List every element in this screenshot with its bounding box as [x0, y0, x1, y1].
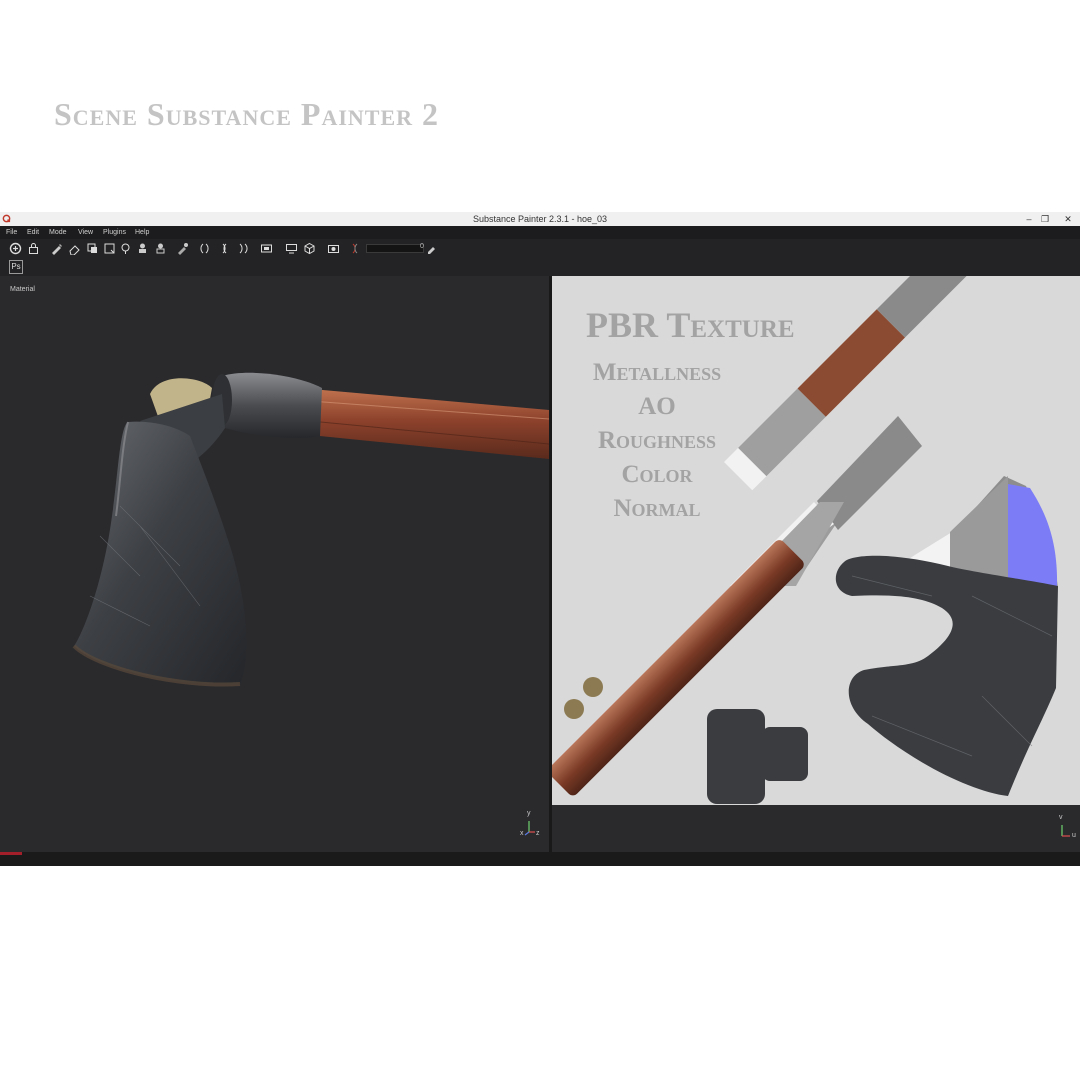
axis-gizmo-uv: v u: [1054, 814, 1078, 842]
channel-roughness: Roughness: [597, 427, 717, 454]
computation-progress-bar: [0, 852, 22, 855]
window-title: Substance Painter 2.3.1 - hoe_03: [472, 214, 608, 224]
clone-stamp-icon[interactable]: [136, 242, 149, 255]
symmetry-y-icon[interactable]: [218, 242, 231, 255]
menu-file[interactable]: File: [6, 226, 17, 239]
tool-bar: 0: [0, 239, 1080, 259]
lock-icon[interactable]: [27, 242, 40, 255]
eyedropper-icon[interactable]: [425, 242, 438, 255]
menu-view[interactable]: View: [78, 226, 93, 239]
channel-ao: AO: [638, 393, 676, 420]
pbr-texture-heading: PBR Texture: [586, 305, 795, 345]
hoe-3d-model: [72, 372, 549, 687]
axis-y-label: y: [527, 810, 531, 817]
minimize-button[interactable]: –: [1022, 212, 1036, 226]
view-cube-icon[interactable]: [303, 242, 316, 255]
viewport-2d[interactable]: PBR Texture Metallness AO Roughness Colo…: [552, 276, 1080, 852]
symmetry-x-icon[interactable]: [198, 242, 211, 255]
eraser-icon[interactable]: [68, 242, 81, 255]
title-bar: Substance Painter 2.3.1 - hoe_03 – ❐ ✕: [0, 212, 1080, 226]
viewport-3d[interactable]: Material y x z: [0, 276, 549, 852]
close-button[interactable]: ✕: [1061, 212, 1075, 226]
menu-edit[interactable]: Edit: [27, 226, 39, 239]
plugin-toolbar: Ps: [0, 259, 1080, 276]
channel-metallness: Metallness: [592, 359, 722, 386]
color-picker-icon[interactable]: [176, 242, 189, 255]
symmetry-z-icon[interactable]: [236, 242, 249, 255]
camera-mode-icon[interactable]: [260, 242, 273, 255]
menu-help[interactable]: Help: [135, 226, 149, 239]
menu-bar: File Edit Mode View Plugins Help: [0, 226, 1080, 239]
paint-brush-icon[interactable]: [50, 242, 63, 255]
exposure-slider[interactable]: [366, 244, 424, 253]
axis-x-label: x: [520, 830, 524, 837]
mask-toggle-icon[interactable]: [349, 242, 362, 255]
menu-mode[interactable]: Mode: [49, 226, 67, 239]
project-icon[interactable]: [9, 242, 22, 255]
photoshop-export-button[interactable]: Ps: [9, 260, 23, 274]
smudge-icon[interactable]: [119, 242, 132, 255]
material-picker-icon[interactable]: [154, 242, 167, 255]
maximize-button[interactable]: ❐: [1038, 212, 1052, 226]
substance-painter-window: Substance Painter 2.3.1 - hoe_03 – ❐ ✕ F…: [0, 212, 1080, 866]
projection-icon[interactable]: [86, 242, 99, 255]
axis-v-label: v: [1059, 814, 1063, 821]
page-caption: Scene Substance Painter 2: [54, 96, 440, 132]
polygon-fill-icon[interactable]: [103, 242, 116, 255]
exposure-slider-value: 0: [420, 243, 424, 250]
status-bar: [0, 852, 1080, 866]
axis-u-label: u: [1072, 832, 1076, 839]
axis-z-label: z: [536, 830, 540, 837]
channel-normal: Normal: [613, 495, 701, 522]
display-mode-icon[interactable]: [285, 242, 298, 255]
screenshot-icon[interactable]: [327, 242, 340, 255]
axis-gizmo-3d: y x z: [520, 810, 544, 838]
uv-texture-sheet: PBR Texture Metallness AO Roughness Colo…: [552, 276, 1080, 805]
menu-plugins[interactable]: Plugins: [103, 226, 126, 239]
pbr-channel-list: Metallness AO Roughness Color Normal: [582, 356, 732, 526]
channel-color: Color: [621, 461, 693, 488]
